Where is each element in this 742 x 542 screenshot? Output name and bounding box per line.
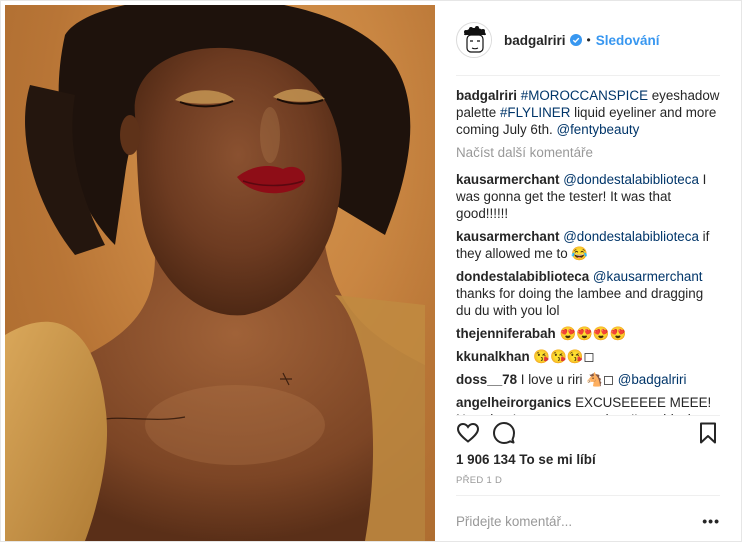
comment-text: 😍😍😍😍 [555,326,627,341]
caption-hashtag[interactable]: #MOROCCANSPICE [521,88,648,103]
portrait-illustration [5,5,425,541]
heart-icon[interactable] [456,421,480,445]
post-header: badgalriri • Sledování [436,5,740,75]
actions-divider [456,415,720,416]
bookmark-icon[interactable] [696,421,720,445]
comment-item: angelheirorganics EXCUSEEEEE MEEE! Now t… [456,394,720,415]
caption-hashtag[interactable]: #FLYLINER [500,105,570,120]
comment-item: thejenniferabah 😍😍😍😍 [456,325,720,342]
comment-item: kkunalkhan 😘😘😘◻ [456,348,720,365]
comment-username[interactable]: angelheirorganics [456,395,571,410]
comment-mention[interactable]: @dondestalabiblioteca [563,172,699,187]
comment-text: thanks for doing the lambee and dragging… [456,286,704,318]
comment-mention[interactable]: @dondestalabiblioteca [563,229,699,244]
comment-box-divider [456,495,720,496]
comments-list[interactable]: badgalriri #MOROCCANSPICE eyeshadow pale… [456,87,720,415]
more-options-button[interactable]: ••• [702,513,720,529]
post-timestamp[interactable]: PŘED 1 D [456,475,502,486]
post-panel: badgalriri • Sledování badgalriri #MOROC… [436,5,740,541]
follow-button[interactable]: Sledování [596,33,660,48]
caption-username[interactable]: badgalriri [456,88,517,103]
header-divider [456,75,720,76]
comment-username[interactable]: kausarmerchant [456,172,559,187]
post-caption: badgalriri #MOROCCANSPICE eyeshadow pale… [456,87,720,138]
comment-icon[interactable] [492,421,516,445]
comment-item: kausarmerchant @dondestalabiblioteca if … [456,228,720,262]
add-comment-bar: ••• [456,509,720,533]
comment-text: 😘😘😘◻ [529,349,595,364]
comment-item: kausarmerchant @dondestalabiblioteca I w… [456,171,720,222]
caption-mention[interactable]: @fentybeauty [556,122,639,137]
comment-item: dondestalabiblioteca @kausarmerchant tha… [456,268,720,319]
comment-item: doss__78 I love u riri 🐴◻ @badgalriri [456,371,720,388]
cartoon-avatar[interactable] [456,22,492,58]
comment-input[interactable] [456,513,676,529]
avatar-face-icon [458,24,491,57]
comment-username[interactable]: dondestalabiblioteca [456,269,589,284]
load-more-comments-button[interactable]: Načíst další komentáře [456,144,720,161]
comment-mention[interactable]: @badgalriri [618,372,687,387]
comment-text: I love u riri 🐴◻ [517,372,618,387]
comment-mention[interactable]: @kausarmerchant [593,269,703,284]
comment-username[interactable]: kkunalkhan [456,349,530,364]
action-bar [456,419,720,447]
comment-username[interactable]: thejenniferabah [456,326,556,341]
post-author-username[interactable]: badgalriri [504,33,566,48]
verified-badge-icon [569,34,582,46]
header-separator: • [586,33,591,47]
post-photo[interactable] [5,5,435,541]
likes-count[interactable]: 1 906 134 To se mi líbí [456,452,596,467]
post-window: badgalriri • Sledování badgalriri #MOROC… [0,0,742,542]
comment-username[interactable]: kausarmerchant [456,229,559,244]
comment-username[interactable]: doss__78 [456,372,517,387]
